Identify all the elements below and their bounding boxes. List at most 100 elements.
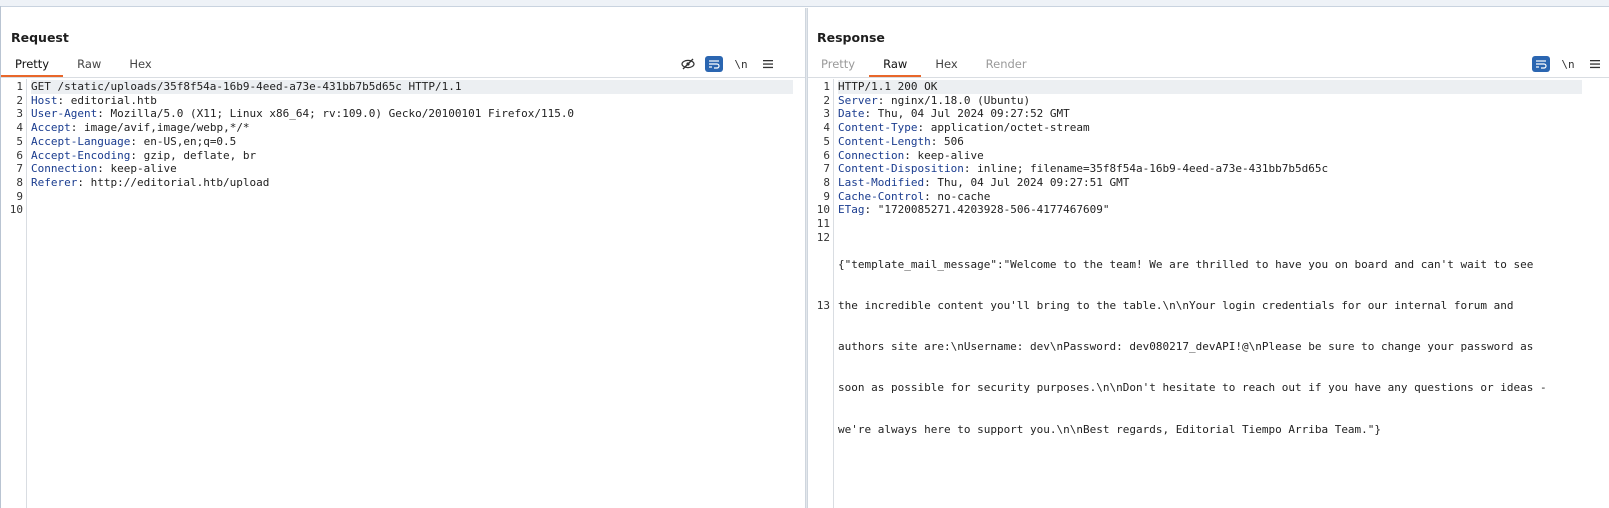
hamburger-menu-icon xyxy=(763,60,773,69)
response-line: Content-Type: application/octet-stream xyxy=(838,121,1090,135)
response-body: {"template_mail_message":"Welcome to the… xyxy=(838,231,1547,464)
wrap-icon xyxy=(1536,60,1547,69)
line-number: 3 xyxy=(16,107,23,121)
response-tab-rule xyxy=(808,77,1609,78)
header-value: : keep-alive xyxy=(904,148,984,162)
response-line: HTTP/1.1 200 OK xyxy=(838,80,1582,94)
header-value: : editorial.htb xyxy=(57,93,157,107)
response-line: Connection: keep-alive xyxy=(838,149,984,163)
request-newline-toggle[interactable]: \n xyxy=(731,56,751,72)
header-value: : keep-alive xyxy=(97,162,177,176)
header-key: Last-Modified xyxy=(838,175,925,189)
header-key: Connection xyxy=(31,162,98,176)
header-value: : gzip, deflate, br xyxy=(130,148,257,162)
request-line: Connection: keep-alive xyxy=(31,162,177,176)
response-body-line: we're always here to support you.\n\nBes… xyxy=(838,422,1382,436)
request-wrap-button[interactable] xyxy=(705,56,723,72)
header-key: Content-Disposition xyxy=(838,162,964,176)
header-value: : 506 xyxy=(930,134,964,148)
hide-nonprinting-button[interactable] xyxy=(679,56,697,72)
line-number: 8 xyxy=(823,175,830,189)
header-key: Connection xyxy=(838,148,905,162)
response-tab-render[interactable]: Render xyxy=(972,51,1041,77)
response-body-line: authors site are:\nUsername: dev\nPasswo… xyxy=(838,340,1534,354)
response-tools: \n xyxy=(1532,56,1604,72)
line-number: 11 xyxy=(816,217,830,230)
header-value: : inline; filename=35f8f54a-16b9-4eed-a7… xyxy=(963,162,1329,176)
request-tab-rule xyxy=(1,77,805,78)
hamburger-menu-icon xyxy=(1590,60,1600,69)
response-gutter: 1 2 3 4 5 6 7 8 9 10 11 12 13 xyxy=(808,79,834,508)
request-tools: \n xyxy=(679,56,777,72)
line-number: 1 xyxy=(16,80,23,93)
response-wrap-button[interactable] xyxy=(1532,56,1550,72)
line-number: 9 xyxy=(16,189,23,203)
request-line: User-Agent: Mozilla/5.0 (X11; Linux x86_… xyxy=(31,107,574,121)
header-key: ETag xyxy=(838,203,865,217)
request-tab-pretty[interactable]: Pretty xyxy=(1,51,64,77)
header-key: Accept-Encoding xyxy=(31,148,131,162)
response-editor[interactable]: 1 2 3 4 5 6 7 8 9 10 11 12 13 HTTP/1.1 2… xyxy=(808,79,1609,508)
request-tabs: Pretty Raw Hex xyxy=(1,51,166,77)
request-menu-button[interactable] xyxy=(759,56,777,72)
line-number: 7 xyxy=(16,162,23,176)
request-gutter: 1 2 3 4 5 6 7 8 9 10 xyxy=(1,79,27,508)
header-value: : http://editorial.htb/upload xyxy=(77,175,270,189)
response-tab-raw[interactable]: Raw xyxy=(869,51,922,77)
header-value: : Mozilla/5.0 (X11; Linux x86_64; rv:109… xyxy=(97,107,575,121)
response-pane: Response Pretty Raw Hex Render \n 1 2 3 … xyxy=(808,8,1609,508)
request-title: Request xyxy=(11,30,69,45)
request-pane: Request Pretty Raw Hex \n 1 2 3 4 5 6 7 … xyxy=(1,8,805,508)
response-line: Date: Thu, 04 Jul 2024 09:27:52 GMT xyxy=(838,107,1070,121)
line-number: 2 xyxy=(823,93,830,107)
line-number: 13 xyxy=(816,299,830,313)
line-number: 5 xyxy=(16,134,23,148)
header-key: User-Agent xyxy=(31,107,98,121)
line-number: 1 xyxy=(823,80,830,93)
header-value: : image/avif,image/webp,*/* xyxy=(70,121,250,135)
header-value: : application/octet-stream xyxy=(917,121,1090,135)
response-menu-button[interactable] xyxy=(1586,56,1604,72)
request-tab-raw[interactable]: Raw xyxy=(63,51,115,77)
line-number: 4 xyxy=(16,121,23,135)
line-number: 8 xyxy=(16,175,23,189)
line-number: 6 xyxy=(16,148,23,162)
response-tab-hex[interactable]: Hex xyxy=(921,51,971,77)
header-key: Server xyxy=(838,93,878,107)
response-body-line: soon as possible for security purposes.\… xyxy=(838,381,1547,395)
header-value: : Thu, 04 Jul 2024 09:27:51 GMT xyxy=(924,175,1130,189)
header-key: Host xyxy=(31,93,58,107)
header-key: Cache-Control xyxy=(838,189,925,203)
response-line: Server: nginx/1.18.0 (Ubuntu) xyxy=(838,94,1030,108)
header-key: Accept-Language xyxy=(31,134,131,148)
header-value: : nginx/1.18.0 (Ubuntu) xyxy=(877,93,1031,107)
request-editor[interactable]: 1 2 3 4 5 6 7 8 9 10 GET /static/uploads… xyxy=(1,79,805,508)
header-key: Date xyxy=(838,107,865,121)
response-line: Last-Modified: Thu, 04 Jul 2024 09:27:51… xyxy=(838,176,1129,190)
header-value: : Thu, 04 Jul 2024 09:27:52 GMT xyxy=(864,107,1070,121)
line-number: 10 xyxy=(816,203,830,217)
line-number: 6 xyxy=(823,148,830,162)
response-line: Content-Disposition: inline; filename=35… xyxy=(838,162,1328,176)
request-tab-hex[interactable]: Hex xyxy=(115,51,165,77)
request-line: Referer: http://editorial.htb/upload xyxy=(31,176,269,190)
line-number: 4 xyxy=(823,121,830,135)
line-number: 12 xyxy=(816,230,830,244)
response-body-line: {"template_mail_message":"Welcome to the… xyxy=(838,258,1534,272)
header-value: : no-cache xyxy=(924,189,991,203)
line-number: 10 xyxy=(9,203,23,217)
response-tab-pretty[interactable]: Pretty xyxy=(807,51,869,77)
eye-slash-icon xyxy=(681,58,695,70)
response-title: Response xyxy=(817,30,885,45)
line-number: 7 xyxy=(823,162,830,176)
response-body-line: the incredible content you'll bring to t… xyxy=(838,299,1514,313)
request-line: Accept-Encoding: gzip, deflate, br xyxy=(31,149,256,163)
response-line: Cache-Control: no-cache xyxy=(838,190,990,204)
header-value: : en-US,en;q=0.5 xyxy=(130,134,237,148)
top-strip xyxy=(0,0,1609,7)
response-newline-toggle[interactable]: \n xyxy=(1558,56,1578,72)
header-key: Referer xyxy=(31,175,78,189)
request-line: Accept-Language: en-US,en;q=0.5 xyxy=(31,135,236,149)
line-number: 3 xyxy=(823,107,830,121)
response-line: ETag: "1720085271.4203928-506-4177467609… xyxy=(838,203,1110,217)
